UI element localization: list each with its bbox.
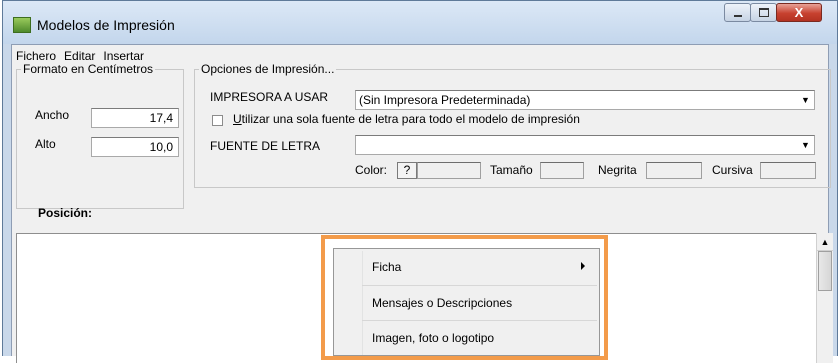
context-menu: Ficha Mensajes o Descripciones Imagen, f… [333,248,600,356]
window-title: Modelos de Impresión [37,17,175,33]
fuente-label: FUENTE DE LETRA [210,139,321,153]
cursiva-field[interactable] [760,162,816,179]
alto-input[interactable]: 10,0 [91,137,179,157]
chevron-down-icon[interactable]: ▼ [797,91,814,109]
color-label: Color: [355,163,388,177]
impresora-label: IMPRESORA A USAR [210,90,329,104]
minimize-button[interactable] [724,3,751,22]
impresora-select[interactable]: (Sin Impresora Predeterminada) ▼ [355,90,815,110]
cursiva-label: Cursiva [712,163,753,177]
vertical-scrollbar[interactable]: ▲ [816,233,833,363]
close-icon: X [794,5,804,20]
maximize-icon [758,8,769,17]
title-bar[interactable]: Modelos de Impresión X [3,1,837,44]
formato-group: Formato en Centímetros Ancho 17,4 Alto 1… [16,62,184,209]
submenu-arrow-icon [581,262,585,270]
alto-label: Alto [35,137,56,151]
ctx-item-ficha[interactable]: Ficha [334,250,599,284]
negrita-label: Negrita [598,163,637,177]
maximize-button[interactable] [750,3,777,22]
fuente-select[interactable]: ▼ [355,135,815,155]
ctx-item-label: Imagen, foto o logotipo [372,331,495,345]
ctx-item-mensajes[interactable]: Mensajes o Descripciones [334,286,599,320]
color-field[interactable] [417,162,481,179]
close-button[interactable]: X [776,3,822,22]
minimize-icon [733,14,742,17]
scroll-thumb[interactable] [818,251,832,291]
tamano-label: Tamaño [490,163,533,177]
tamano-field[interactable] [540,162,584,179]
ctx-item-label: Mensajes o Descripciones [372,296,513,310]
single-font-label: Utilizar una sola fuente de letra para t… [233,112,580,126]
opciones-group: Opciones de Impresión... IMPRESORA A USA… [194,62,831,188]
ancho-input[interactable]: 17,4 [91,108,179,128]
impresora-value: (Sin Impresora Predeterminada) [359,93,531,107]
ancho-label: Ancho [35,108,70,122]
negrita-field[interactable] [646,162,702,179]
scroll-up-icon[interactable]: ▲ [817,233,833,251]
posicion-label: Posición: [38,206,93,220]
table-app-icon [13,17,31,33]
opciones-legend: Opciones de Impresión... [199,62,337,76]
ctx-item-label: Ficha [372,260,402,274]
ctx-item-imagen[interactable]: Imagen, foto o logotipo [334,321,599,355]
single-font-checkbox[interactable] [212,115,223,126]
chevron-down-icon[interactable]: ▼ [797,136,814,154]
color-picker-button[interactable]: ? [397,162,417,179]
formato-legend: Formato en Centímetros [21,62,156,76]
